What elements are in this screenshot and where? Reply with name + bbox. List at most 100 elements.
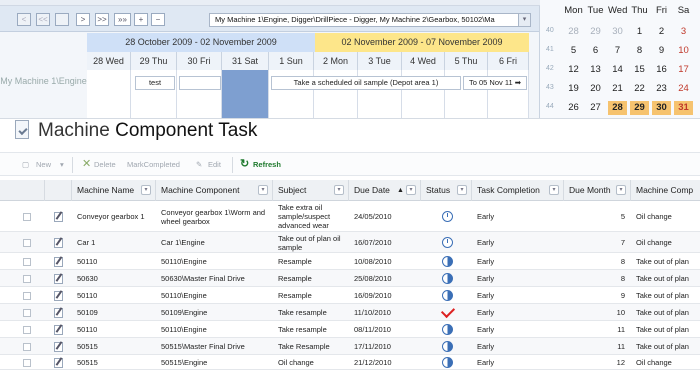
row-select-checkbox[interactable]	[23, 326, 31, 334]
chevron-down-icon[interactable]: ▾	[60, 158, 64, 171]
calendar-day[interactable]: 9	[652, 44, 671, 58]
chevron-down-icon[interactable]: ▾	[549, 185, 559, 195]
scheduler-event-continued[interactable]: To 05 Nov 11 ➡	[463, 76, 527, 90]
header-subject[interactable]: Subject ▾	[273, 180, 349, 201]
row-select-checkbox[interactable]	[23, 343, 31, 351]
calendar-day[interactable]: 8	[630, 44, 649, 58]
edit-pencil-icon[interactable]	[54, 342, 63, 352]
table-row[interactable]: Car 1 Car 1\Engine Take out of plan oil sa…	[0, 232, 700, 253]
calendar-day[interactable]: 28	[564, 25, 583, 39]
cell-machine: 50515	[77, 358, 98, 367]
calendar-day[interactable]: 14	[608, 63, 627, 77]
calendar-day[interactable]: 2	[652, 25, 671, 39]
cell-machine: 50110	[77, 325, 98, 334]
table-row[interactable]: Conveyor gearbox 1 Conveyor gearbox 1\Wor…	[0, 201, 700, 232]
cell-month: 8	[620, 274, 625, 283]
edit-pencil-icon[interactable]	[54, 358, 63, 368]
table-row[interactable]: 50109 50109\Engine Take resample 11/10/2010…	[0, 303, 700, 321]
row-select-checkbox[interactable]	[23, 292, 31, 300]
delete-button[interactable]: Delete	[94, 158, 116, 171]
calendar-day[interactable]: 26	[564, 101, 583, 115]
row-select-checkbox[interactable]	[23, 239, 31, 247]
edit-pencil-icon[interactable]	[54, 257, 63, 267]
table-row[interactable]: 50515 50515\Master Final Drive Take Resamp…	[0, 338, 700, 355]
nav-next-button[interactable]: >	[76, 13, 90, 26]
zoom-out-button[interactable]: −	[151, 13, 165, 26]
chevron-down-icon[interactable]: ▾	[457, 185, 467, 195]
row-select-checkbox[interactable]	[23, 309, 31, 317]
row-select-checkbox[interactable]	[23, 359, 31, 367]
cell-mcomp: Take out of plan	[636, 325, 689, 334]
calendar-day[interactable]: 10	[674, 44, 693, 58]
calendar-day[interactable]: 16	[652, 63, 671, 77]
calendar-day[interactable]: 27	[586, 101, 605, 115]
nav-prev-button[interactable]: <	[17, 13, 31, 26]
calendar-day[interactable]: 15	[630, 63, 649, 77]
nav-next-week-button[interactable]: >>	[95, 13, 109, 26]
calendar-day[interactable]: 13	[586, 63, 605, 77]
calendar-day[interactable]: 19	[564, 82, 583, 96]
chevron-down-icon[interactable]: ▾	[518, 14, 530, 26]
header-status[interactable]: Status ▾	[421, 180, 472, 201]
mark-completed-button[interactable]: MarkCompleted	[127, 158, 180, 171]
table-row[interactable]: 50110 50110\Engine Resample 10/08/2010 Early…	[0, 253, 700, 270]
nav-prev-week-button[interactable]: <<	[36, 13, 50, 26]
calendar-day-selected[interactable]: 28	[608, 101, 627, 115]
calendar-day-selected[interactable]: 30	[652, 101, 671, 115]
calendar-day[interactable]: 1	[630, 25, 649, 39]
calendar-day[interactable]: 23	[652, 82, 671, 96]
edit-pencil-icon[interactable]	[54, 308, 63, 318]
calendar-day[interactable]: 21	[608, 82, 627, 96]
calendar-day[interactable]: 7	[608, 44, 627, 58]
scheduler-event[interactable]: Take a scheduled oil sample (Depot area …	[271, 76, 461, 90]
nav-first-button[interactable]	[55, 13, 69, 26]
resource-path-select[interactable]: My Machine 1\Engine, Digger\DrillPiece -…	[209, 13, 531, 27]
edit-pencil-icon[interactable]	[54, 238, 63, 248]
calendar-day-selected[interactable]: 31	[674, 101, 693, 115]
refresh-button[interactable]: Refresh	[253, 158, 281, 171]
table-row[interactable]: 50110 50110\Engine Resample 16/09/2010 Early…	[0, 287, 700, 304]
edit-button[interactable]: Edit	[208, 158, 221, 171]
calendar-day[interactable]: 3	[674, 25, 693, 39]
header-task-completion[interactable]: Task Completion ▾	[472, 180, 564, 201]
calendar-day[interactable]: 12	[564, 63, 583, 77]
edit-pencil-icon[interactable]	[54, 274, 63, 284]
day-header: 2 Mon	[314, 52, 358, 70]
calendar-day[interactable]: 29	[586, 25, 605, 39]
calendar-day[interactable]: 20	[586, 82, 605, 96]
table-row[interactable]: 50515 50515\Engine Oil change 21/12/2010 Ear…	[0, 355, 700, 370]
scheduler-event[interactable]	[179, 76, 221, 90]
zoom-in-button[interactable]: +	[134, 13, 148, 26]
new-button[interactable]: New	[36, 158, 51, 171]
header-machine-component[interactable]: Machine Component ▾	[156, 180, 273, 201]
calendar-day[interactable]: 22	[630, 82, 649, 96]
chevron-down-icon[interactable]: ▾	[406, 185, 416, 195]
chevron-down-icon[interactable]: ▾	[141, 185, 151, 195]
chevron-down-icon[interactable]: ▾	[258, 185, 268, 195]
row-select-checkbox[interactable]	[23, 275, 31, 283]
calendar-day[interactable]: 24	[674, 82, 693, 96]
table-row[interactable]: 50110 50110\Engine Take resample 08/11/2010…	[0, 321, 700, 338]
calendar-day[interactable]: 30	[608, 25, 627, 39]
row-select-checkbox[interactable]	[23, 213, 31, 221]
calendar-day[interactable]: 6	[586, 44, 605, 58]
chevron-down-icon[interactable]: ▾	[334, 185, 344, 195]
row-select-checkbox[interactable]	[23, 258, 31, 266]
nav-last-button[interactable]: »»	[114, 13, 131, 26]
timeline-area[interactable]: test Take a scheduled oil sample (Depot …	[87, 70, 529, 118]
edit-pencil-icon[interactable]	[54, 325, 63, 335]
calendar-day-selected[interactable]: 29	[630, 101, 649, 115]
edit-pencil-icon[interactable]	[54, 291, 63, 301]
header-due-month[interactable]: Due Month ▾	[564, 180, 631, 201]
chevron-down-icon[interactable]: ▾	[616, 185, 626, 195]
header-machine-comp[interactable]: Machine Comp	[631, 180, 700, 201]
calendar-day[interactable]: 5	[564, 44, 583, 58]
edit-pencil-icon[interactable]	[54, 212, 63, 222]
scheduler-event[interactable]: test	[135, 76, 175, 90]
header-machine-name[interactable]: Machine Name ▾	[72, 180, 156, 201]
cell-subject: Take Resample	[278, 342, 330, 351]
header-due-date[interactable]: Due Date ▲ ▾	[349, 180, 421, 201]
weekday-label: Tue	[587, 5, 604, 16]
table-row[interactable]: 50630 50630\Master Final Drive Resample 25/…	[0, 270, 700, 287]
calendar-day[interactable]: 17	[674, 63, 693, 77]
